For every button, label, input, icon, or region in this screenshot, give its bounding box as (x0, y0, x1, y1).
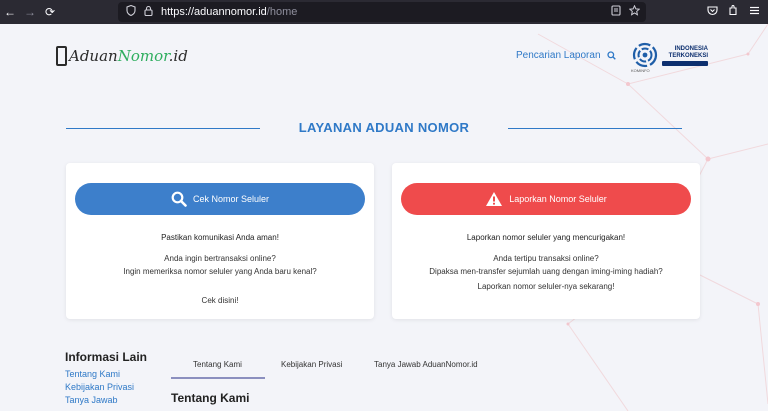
shield-icon[interactable] (126, 4, 136, 19)
warning-icon (486, 192, 503, 206)
url-path: /home (266, 6, 298, 18)
check-line-1: Anda ingin bertransaksi online? (164, 254, 276, 263)
lock-icon[interactable] (144, 5, 153, 19)
info-link-about[interactable]: Tentang Kami (65, 369, 120, 379)
report-line-1: Anda tertipu transaksi online? (493, 254, 599, 263)
kominfo-logo-icon (632, 42, 658, 68)
search-report-link[interactable]: Pencarian Laporan (516, 50, 616, 61)
extensions-icon[interactable] (728, 4, 739, 19)
back-icon[interactable]: ← (0, 0, 20, 24)
bookmark-star-icon[interactable] (628, 4, 641, 19)
phone-icon (56, 46, 67, 66)
search-icon (171, 191, 187, 207)
active-tab-indicator (171, 377, 265, 379)
report-headline: Laporkan nomor seluler yang mencurigakan… (466, 233, 626, 242)
tab-privacy[interactable]: Kebijakan Privasi (281, 360, 342, 369)
forward-icon[interactable]: → (20, 0, 40, 24)
web-page: AduanNomor.id Pencarian Laporan KOMINFO … (0, 24, 768, 411)
tab-content-title: Tentang Kami (171, 391, 250, 405)
menu-icon[interactable] (749, 5, 760, 19)
check-number-button[interactable]: Cek Nomor Seluler (75, 183, 365, 215)
indonesia-terkoneksi-logo: INDONESIA TERKONEKSI (662, 46, 708, 68)
badge-bar (662, 61, 708, 66)
reload-icon[interactable]: ⟳ (40, 0, 60, 24)
tab-faq[interactable]: Tanya Jawab AduanNomor.id (374, 360, 478, 369)
check-headline: Pastikan komunikasi Anda aman! (161, 233, 279, 242)
search-icon (606, 51, 616, 60)
report-number-label: Laporkan Nomor Seluler (509, 194, 607, 204)
logo-text: AduanNomor.id (69, 47, 188, 65)
search-report-label: Pencarian Laporan (516, 50, 601, 61)
check-number-card: Cek Nomor Seluler Pastikan komunikasi An… (66, 163, 374, 319)
info-title: Informasi Lain (65, 350, 148, 364)
report-number-card: Laporkan Nomor Seluler Laporkan nomor se… (392, 163, 700, 319)
report-line-2: Dipaksa men-transfer sejumlah uang denga… (429, 267, 663, 276)
info-link-faq[interactable]: Tanya Jawab (65, 395, 118, 405)
pocket-icon[interactable] (707, 5, 718, 19)
report-line-3: Laporkan nomor seluler-nya sekarang! (477, 282, 615, 291)
check-line-3: Cek disini! (201, 296, 239, 305)
address-bar[interactable]: https://aduannomor.id/home (118, 2, 646, 22)
reader-mode-icon[interactable] (611, 5, 621, 19)
site-logo[interactable]: AduanNomor.id (56, 46, 188, 66)
site-header: AduanNomor.id Pencarian Laporan KOMINFO … (0, 24, 768, 96)
info-link-privacy[interactable]: Kebijakan Privasi (65, 382, 134, 392)
check-line-2: Ingin memeriksa nomor seluler yang Anda … (123, 267, 317, 276)
url-host: https://aduannomor.id (161, 6, 267, 18)
title-rule-right (508, 128, 682, 129)
kominfo-label: KOMINFO (631, 68, 650, 73)
report-number-button[interactable]: Laporkan Nomor Seluler (401, 183, 691, 215)
check-number-label: Cek Nomor Seluler (192, 194, 270, 204)
browser-toolbar: ← → ⟳ https://aduannomor.id/home (0, 0, 768, 24)
tab-about[interactable]: Tentang Kami (193, 360, 242, 369)
